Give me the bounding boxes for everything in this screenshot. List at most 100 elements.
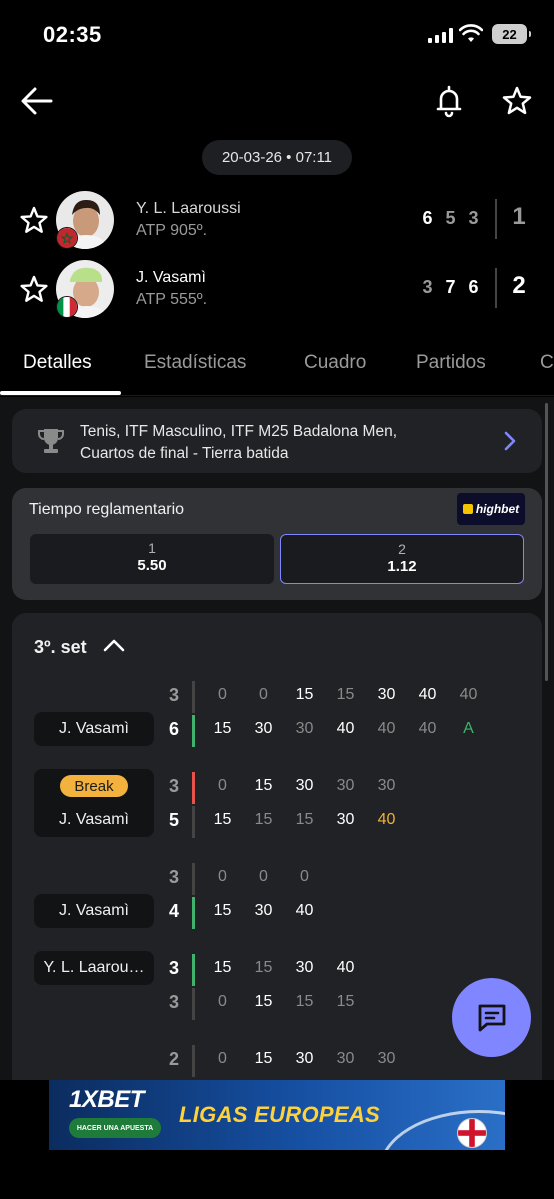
- game-row-top: 3 0 15 30 30 30: [12, 772, 542, 804]
- point: 30: [336, 811, 355, 828]
- game-bar: [192, 681, 195, 713]
- chevron-up-icon[interactable]: [102, 635, 126, 655]
- point: 30: [254, 902, 273, 919]
- set-score: 3: [468, 208, 479, 228]
- point: 40: [377, 811, 396, 828]
- game-count: 2: [168, 1049, 179, 1069]
- point: 15: [295, 811, 314, 828]
- trophy-icon: [38, 429, 64, 453]
- point: 30: [254, 720, 273, 737]
- point: 30: [377, 1050, 396, 1067]
- battery-icon: 22: [492, 24, 531, 44]
- game-count: 3: [168, 776, 179, 796]
- game-row-bottom: 5 15 15 15 30 40: [12, 806, 542, 838]
- point: 15: [336, 993, 355, 1010]
- bookmaker-name: highbet: [475, 502, 520, 516]
- odds-label: 2: [398, 541, 406, 557]
- point: 15: [295, 993, 314, 1010]
- point: 0: [218, 777, 227, 794]
- game-bar: [192, 715, 195, 747]
- point: 30: [295, 1050, 314, 1067]
- point: 40: [459, 686, 478, 703]
- signal-icon: [428, 28, 453, 43]
- sets-won: 1: [512, 203, 526, 230]
- game-bar: [192, 1045, 195, 1077]
- chevron-right-icon[interactable]: [502, 431, 518, 451]
- tab-cuadro[interactable]: Cuadro: [304, 352, 366, 374]
- scrollbar[interactable]: [545, 403, 548, 681]
- tab-more[interactable]: C: [540, 352, 554, 374]
- odds-option-1[interactable]: 1 5.50: [30, 534, 274, 584]
- point: 0: [218, 868, 227, 885]
- game-bar: [192, 954, 195, 986]
- point: 15: [254, 777, 273, 794]
- game-count: 3: [168, 685, 179, 705]
- chat-button[interactable]: [452, 978, 531, 1057]
- bookmaker-logo[interactable]: highbet: [457, 493, 525, 525]
- game-count: 5: [168, 810, 179, 830]
- tournament-round: Cuartos de final - Tierra batida: [80, 445, 289, 462]
- point: 40: [336, 720, 355, 737]
- odds-value: 1.12: [387, 558, 417, 575]
- player-favorite-star-icon[interactable]: [18, 205, 50, 237]
- game-row-bottom: 4 15 30 40: [12, 897, 542, 929]
- point: 40: [418, 720, 437, 737]
- point-sequence: 0 15 30 30 30: [202, 777, 407, 795]
- game-bar: [192, 988, 195, 1020]
- point-sequence: 15 15 30 40: [202, 959, 366, 977]
- player-favorite-star-icon[interactable]: [18, 274, 50, 306]
- ad-brand: 1XBET: [69, 1086, 144, 1113]
- point-sequence: 0 15 15 15: [202, 993, 366, 1011]
- favorite-star-icon[interactable]: [500, 84, 534, 118]
- point-sequence: 0 0 0: [202, 868, 325, 886]
- point: 40: [418, 686, 437, 703]
- point: A: [463, 720, 474, 737]
- set-scores: 6 5 3: [420, 208, 481, 229]
- set-title: 3º. set: [34, 637, 87, 657]
- ad-banner[interactable]: 1XBET HACER UNA APUESTA LIGAS EUROPEAS: [49, 1080, 505, 1150]
- odds-option-2[interactable]: 2 1.12: [280, 534, 524, 584]
- game-count: 6: [168, 719, 179, 739]
- game-count: 3: [168, 867, 179, 887]
- game-row-bottom: 6 15 30 30 40 40 40 A: [12, 715, 542, 747]
- point-sequence: 15 15 15 30 40: [202, 811, 407, 829]
- morocco-flag-icon: [56, 227, 78, 249]
- active-tab-indicator: [0, 391, 121, 395]
- odds-title: Tiempo reglamentario: [29, 501, 185, 518]
- tab-detalles[interactable]: Detalles: [23, 352, 92, 374]
- odds-label: 1: [148, 540, 156, 556]
- point: 30: [295, 720, 314, 737]
- player-name: Y. L. Laaroussi: [136, 200, 241, 217]
- point: 30: [336, 777, 355, 794]
- point: 40: [336, 959, 355, 976]
- tab-bar: Detalles Estadísticas Cuadro Partidos C: [0, 340, 554, 396]
- bell-icon[interactable]: [433, 84, 465, 118]
- tournament-info: Tenis, ITF Masculino, ITF M25 Badalona M…: [80, 421, 397, 465]
- ad-cta-button[interactable]: HACER UNA APUESTA: [69, 1118, 161, 1138]
- player-rank: ATP 905º.: [136, 222, 208, 239]
- point: 0: [218, 686, 227, 703]
- game-bar: [192, 863, 195, 895]
- tab-partidos[interactable]: Partidos: [416, 352, 486, 374]
- point-sequence: 0 0 15 15 30 40 40: [202, 686, 489, 704]
- bookmaker-logo-mark: [462, 504, 473, 514]
- point: 0: [259, 868, 268, 885]
- set-score: 5: [445, 208, 456, 228]
- point: 0: [300, 868, 309, 885]
- game-row-top: 3 0 0 15 15 30 40 40: [12, 681, 542, 713]
- tournament-card[interactable]: Tenis, ITF Masculino, ITF M25 Badalona M…: [12, 409, 542, 473]
- game-count: 3: [168, 992, 179, 1012]
- details-content[interactable]: Tenis, ITF Masculino, ITF M25 Badalona M…: [0, 397, 554, 1080]
- set-score: 6: [422, 208, 433, 228]
- point: 15: [213, 959, 232, 976]
- player-row-2[interactable]: J. Vasamì ATP 555º. 3 7 6 2: [0, 260, 554, 324]
- ad-strip: 1XBET HACER UNA APUESTA LIGAS EUROPEAS: [0, 1080, 554, 1199]
- player-row-1[interactable]: Y. L. Laaroussi ATP 905º. 6 5 3 1: [0, 191, 554, 255]
- point: 15: [254, 993, 273, 1010]
- game-bar: [192, 772, 195, 804]
- back-arrow-icon[interactable]: [20, 84, 54, 118]
- set-score: 7: [445, 277, 456, 297]
- odds-value: 5.50: [137, 557, 167, 574]
- tab-estadisticas[interactable]: Estadísticas: [144, 352, 246, 374]
- player-name: J. Vasamì: [136, 269, 206, 286]
